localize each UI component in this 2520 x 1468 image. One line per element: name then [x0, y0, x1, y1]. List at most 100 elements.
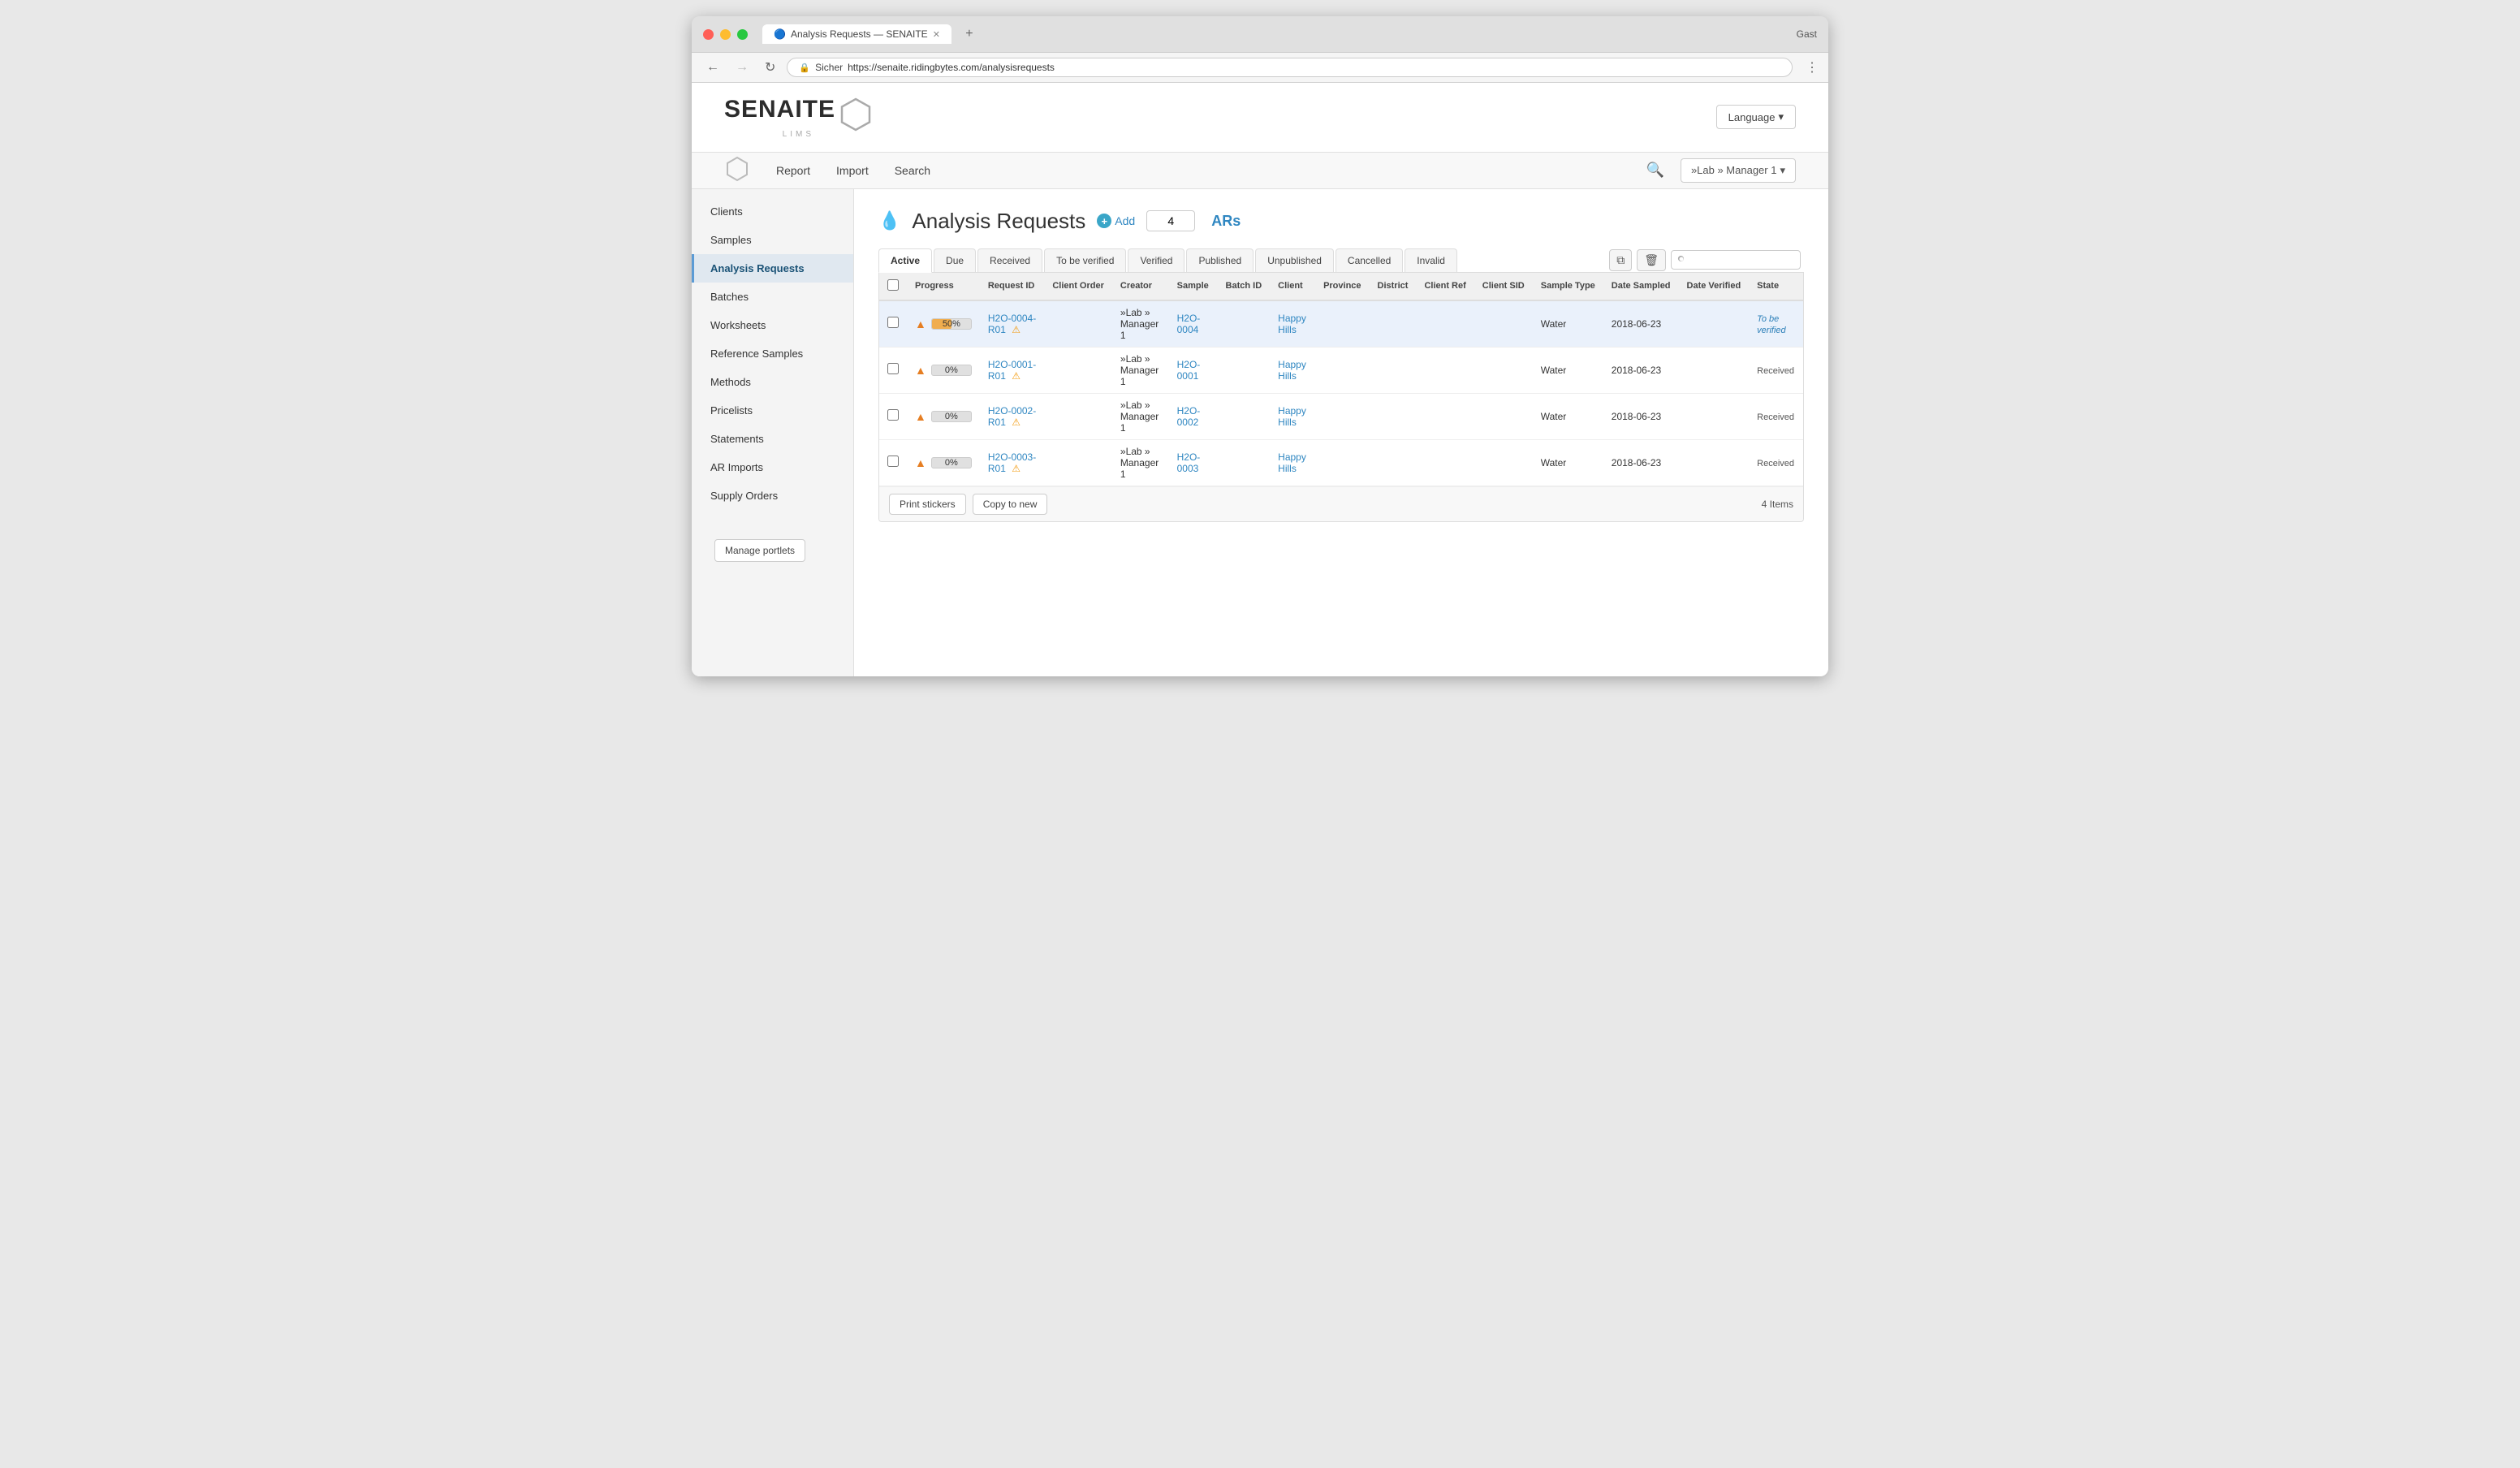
row-client-ref-cell: [1416, 439, 1474, 486]
row-request-id-cell: H2O-0002-R01 ⚠: [980, 393, 1044, 439]
sidebar-item-ar-imports[interactable]: AR Imports: [692, 453, 853, 481]
items-count: 4 Items: [1762, 499, 1793, 510]
priority-icon: ▲: [915, 317, 926, 330]
row-date-sampled-cell: 2018-06-23: [1603, 347, 1679, 393]
table-row: ▲ 0% H2O-0003-R01 ⚠ »Lab » Manager 1 H2O…: [879, 439, 1803, 486]
row-checkbox[interactable]: [887, 363, 899, 374]
sample-link[interactable]: H2O-0004: [1177, 313, 1201, 335]
row-checkbox-cell: [879, 393, 907, 439]
add-circle-icon: +: [1097, 214, 1111, 228]
search-button[interactable]: 🔍: [1640, 155, 1671, 185]
tab-verified[interactable]: Verified: [1128, 248, 1184, 272]
sidebar-item-samples[interactable]: Samples: [692, 226, 853, 254]
forward-button[interactable]: →: [731, 58, 753, 76]
nav-report-link[interactable]: Report: [763, 153, 823, 188]
client-link[interactable]: Happy Hills: [1278, 313, 1306, 335]
address-bar[interactable]: 🔒 Sicher https://senaite.ridingbytes.com…: [787, 58, 1793, 77]
browser-window: 🔵 Analysis Requests — SENAITE ✕ + Gast ←…: [692, 16, 1828, 676]
tab-invalid[interactable]: Invalid: [1405, 248, 1457, 272]
address-menu-button[interactable]: ⋮: [1806, 59, 1819, 76]
warning-icon: ⚠: [1012, 463, 1021, 474]
nav-search-link[interactable]: Search: [882, 153, 943, 188]
reload-button[interactable]: ↻: [760, 58, 780, 77]
delete-action-button[interactable]: 🗑: [1637, 249, 1666, 271]
row-province-cell: [1315, 300, 1369, 348]
tab-bar: Active Due Received To be verified Verif…: [878, 248, 1804, 273]
manage-portlets-button[interactable]: Manage portlets: [714, 539, 805, 562]
tab-active[interactable]: Active: [878, 248, 932, 273]
tab-published[interactable]: Published: [1186, 248, 1254, 272]
sidebar-item-batches[interactable]: Batches: [692, 283, 853, 311]
row-checkbox[interactable]: [887, 456, 899, 467]
sidebar-item-clients[interactable]: Clients: [692, 197, 853, 226]
sidebar-item-pricelists[interactable]: Pricelists: [692, 396, 853, 425]
tab-search-input[interactable]: [1671, 250, 1801, 270]
copy-to-new-button[interactable]: Copy to new: [973, 494, 1048, 515]
back-button[interactable]: ←: [701, 58, 724, 76]
main-content: 💧 Analysis Requests + Add ARs Active: [854, 189, 1828, 676]
row-progress-cell: ▲ 0%: [907, 439, 980, 486]
row-batch-id-cell: [1218, 439, 1271, 486]
sidebar-item-supply-orders[interactable]: Supply Orders: [692, 481, 853, 510]
sidebar-item-statements[interactable]: Statements: [692, 425, 853, 453]
col-client-ref: Client Ref: [1416, 273, 1474, 300]
print-stickers-button[interactable]: Print stickers: [889, 494, 966, 515]
tab-to-be-verified[interactable]: To be verified: [1044, 248, 1126, 272]
tab-close-icon[interactable]: ✕: [933, 29, 940, 40]
row-checkbox[interactable]: [887, 409, 899, 421]
sample-link[interactable]: H2O-0001: [1177, 359, 1201, 382]
row-sample-cell: H2O-0002: [1169, 393, 1218, 439]
tab-due[interactable]: Due: [934, 248, 976, 272]
tab-unpublished[interactable]: Unpublished: [1255, 248, 1334, 272]
count-input[interactable]: [1146, 210, 1195, 231]
client-link[interactable]: Happy Hills: [1278, 405, 1306, 428]
sample-link[interactable]: H2O-0002: [1177, 405, 1201, 428]
client-link[interactable]: Happy Hills: [1278, 451, 1306, 474]
row-batch-id-cell: [1218, 347, 1271, 393]
table-row: ▲ 50% H2O-0004-R01 ⚠ »Lab » Manager 1 H2…: [879, 300, 1803, 348]
warning-icon: ⚠: [1012, 324, 1021, 335]
row-checkbox[interactable]: [887, 317, 899, 328]
select-all-checkbox[interactable]: [887, 279, 899, 291]
sidebar-item-worksheets[interactable]: Worksheets: [692, 311, 853, 339]
col-province: Province: [1315, 273, 1369, 300]
minimize-button[interactable]: [720, 29, 731, 40]
maximize-button[interactable]: [737, 29, 748, 40]
col-client-order: Client Order: [1044, 273, 1112, 300]
row-client-sid-cell: [1474, 393, 1533, 439]
browser-tab[interactable]: 🔵 Analysis Requests — SENAITE ✕: [762, 24, 951, 44]
footer-buttons: Print stickers Copy to new: [889, 494, 1047, 515]
copy-action-button[interactable]: ⧉: [1609, 249, 1632, 271]
row-date-sampled-cell: 2018-06-23: [1603, 300, 1679, 348]
close-button[interactable]: [703, 29, 714, 40]
sidebar-item-methods[interactable]: Methods: [692, 368, 853, 396]
copy-icon: ⧉: [1616, 253, 1625, 266]
tab-cancelled[interactable]: Cancelled: [1336, 248, 1403, 272]
row-client-cell: Happy Hills: [1270, 300, 1315, 348]
row-request-id-cell: H2O-0001-R01 ⚠: [980, 347, 1044, 393]
add-link[interactable]: + Add: [1097, 214, 1135, 228]
nav-import-link[interactable]: Import: [823, 153, 882, 188]
language-button[interactable]: Language ▾: [1716, 105, 1796, 129]
client-link[interactable]: Happy Hills: [1278, 359, 1306, 382]
row-request-id-cell: H2O-0003-R01 ⚠: [980, 439, 1044, 486]
tab-received[interactable]: Received: [977, 248, 1042, 272]
sidebar-analysis-requests-label: Analysis Requests: [710, 262, 805, 274]
ars-link[interactable]: ARs: [1211, 213, 1241, 230]
new-tab-button[interactable]: +: [958, 25, 981, 43]
logo-text-label: SENAITE: [724, 96, 873, 132]
col-sample: Sample: [1169, 273, 1218, 300]
address-bar-row: ← → ↻ 🔒 Sicher https://senaite.ridingbyt…: [692, 53, 1828, 83]
logo-hex-icon: [839, 97, 873, 132]
row-client-sid-cell: [1474, 300, 1533, 348]
breadcrumb-nav-button[interactable]: »Lab » Manager 1 ▾: [1681, 158, 1796, 183]
row-district-cell: [1370, 439, 1417, 486]
sidebar-item-analysis-requests[interactable]: Analysis Requests: [692, 254, 853, 283]
app-content: Clients Samples Analysis Requests Batche…: [692, 189, 1828, 676]
sample-link[interactable]: H2O-0003: [1177, 451, 1201, 474]
row-client-order-cell: [1044, 300, 1112, 348]
state-badge: Received: [1757, 459, 1794, 468]
priority-icon: ▲: [915, 456, 926, 469]
row-client-ref-cell: [1416, 393, 1474, 439]
sidebar-item-reference-samples[interactable]: Reference Samples: [692, 339, 853, 368]
